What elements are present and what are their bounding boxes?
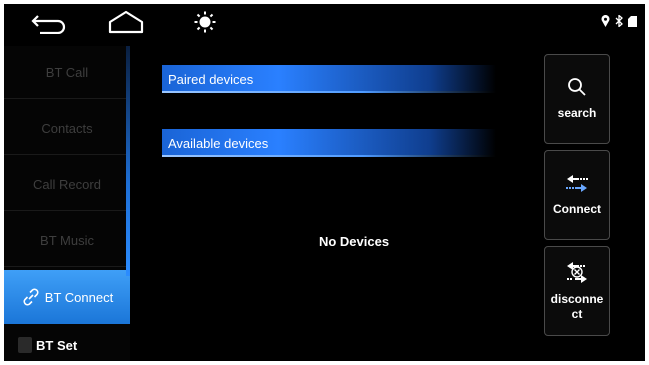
- sidebar-item-bt-connect[interactable]: BT Connect: [4, 270, 130, 324]
- disconnect-label-line2: ct: [571, 306, 583, 321]
- disconnect-label-line1: disconne: [550, 291, 604, 306]
- disconnect-button[interactable]: disconne ct: [544, 246, 610, 336]
- back-arrow-icon[interactable]: [28, 8, 72, 36]
- connect-button[interactable]: Connect: [544, 150, 610, 240]
- disconnect-icon: [565, 261, 589, 288]
- location-icon: [601, 14, 610, 32]
- sidebar-item-label: BT Call: [45, 64, 89, 80]
- disconnect-label: disconne ct: [551, 292, 604, 322]
- sidebar-item-label: Contacts: [41, 120, 93, 136]
- search-button[interactable]: search: [544, 54, 610, 144]
- paired-devices-header: Paired devices: [162, 65, 496, 93]
- sidebar-item-label: BT Connect: [44, 289, 114, 305]
- sidebar-item-bt-call[interactable]: BT Call: [4, 46, 130, 99]
- link-icon: [21, 287, 41, 307]
- bluetooth-icon: [615, 14, 623, 32]
- available-devices-header: Available devices: [162, 129, 496, 157]
- home-icon[interactable]: [104, 8, 148, 36]
- brightness-icon[interactable]: [190, 8, 220, 36]
- sidebar-item-call-record[interactable]: Call Record: [4, 158, 130, 211]
- sidebar-item-label: Call Record: [33, 176, 101, 192]
- connect-label: Connect: [553, 202, 601, 216]
- sidebar: BT Call Contacts Call Record BT Music BT…: [4, 46, 130, 361]
- sidebar-item-bt-set[interactable]: BT Set: [4, 328, 130, 361]
- paired-devices-title: Paired devices: [168, 71, 254, 87]
- status-bar: [4, 4, 645, 40]
- search-icon: [567, 77, 587, 102]
- sidebar-item-bt-music[interactable]: BT Music: [4, 214, 130, 267]
- sidebar-item-contacts[interactable]: Contacts: [4, 102, 130, 155]
- available-devices-title: Available devices: [168, 135, 269, 151]
- status-icons: [601, 14, 637, 32]
- connect-arrows-icon: [565, 173, 589, 198]
- search-label: search: [557, 106, 597, 120]
- empty-state-text: No Devices: [318, 234, 390, 249]
- sidebar-item-label: BT Music: [40, 232, 94, 248]
- sd-card-icon: [628, 14, 637, 32]
- screen: BT Call Contacts Call Record BT Music BT…: [4, 4, 645, 361]
- sidebar-item-label: BT Set: [36, 337, 78, 353]
- bt-settings-icon: [18, 337, 32, 353]
